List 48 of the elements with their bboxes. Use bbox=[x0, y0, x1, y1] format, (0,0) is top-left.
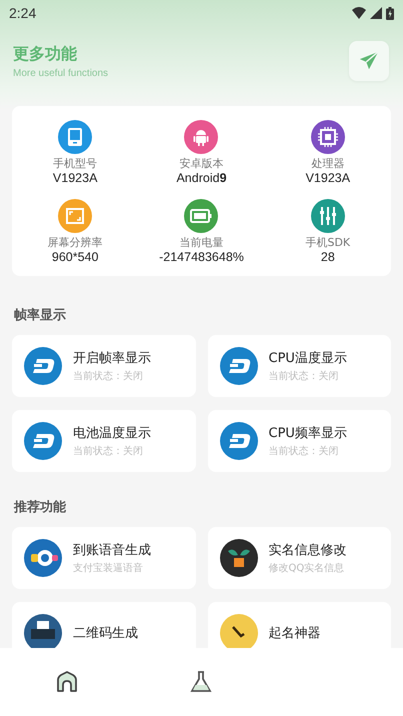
dash-icon bbox=[220, 347, 258, 385]
info-value: 960*540 bbox=[52, 250, 98, 264]
info-label: 手机型号 bbox=[53, 156, 98, 171]
feature-subtitle: 支付宝装逼语音 bbox=[73, 562, 144, 575]
signal-icon bbox=[370, 7, 382, 19]
section-title: 推荐功能 bbox=[14, 499, 67, 516]
paper-plane-icon bbox=[358, 50, 380, 72]
info-value: -2147483648% bbox=[159, 250, 244, 264]
info-value: V1923A bbox=[306, 171, 350, 185]
feature-title: 电池温度显示 bbox=[73, 425, 151, 442]
plant-icon bbox=[220, 539, 258, 577]
wifi-icon bbox=[352, 7, 366, 19]
feature-subtitle: 修改QQ实名信息 bbox=[268, 562, 346, 575]
feature-card[interactable]: CPU频率显示 当前状态：关闭 bbox=[208, 410, 391, 472]
info-label: 安卓版本 bbox=[179, 156, 224, 171]
feature-title: CPU频率显示 bbox=[268, 425, 347, 442]
feature-title: 实名信息修改 bbox=[268, 542, 346, 559]
page-subtitle: More useful functions bbox=[13, 68, 108, 78]
info-value: Android9 bbox=[176, 171, 227, 185]
info-label: 手机SDK bbox=[305, 235, 350, 250]
feature-title: CPU温度显示 bbox=[268, 350, 347, 367]
dash-icon bbox=[24, 347, 62, 385]
feature-card[interactable]: 电池温度显示 当前状态：关闭 bbox=[12, 410, 196, 472]
status-time: 2:24 bbox=[9, 5, 36, 21]
feature-card[interactable]: 起名神器 bbox=[208, 602, 391, 648]
feature-card[interactable]: 到账语音生成 支付宝装逼语音 bbox=[12, 527, 196, 589]
feature-subtitle: 当前状态：关闭 bbox=[73, 444, 144, 458]
feature-card[interactable]: 开启帧率显示 当前状态：关闭 bbox=[12, 335, 196, 397]
feature-title: 开启帧率显示 bbox=[73, 350, 151, 367]
info-label: 当前电量 bbox=[179, 235, 224, 250]
feature-card[interactable]: 二维码生成 bbox=[12, 602, 196, 648]
info-label: 屏幕分辨率 bbox=[48, 235, 103, 250]
feature-title: 到账语音生成 bbox=[73, 542, 151, 559]
page-title: 更多功能 bbox=[13, 44, 78, 64]
dash-icon bbox=[24, 422, 62, 460]
feature-title: 二维码生成 bbox=[73, 625, 138, 642]
feature-subtitle: 当前状态：关闭 bbox=[268, 444, 340, 458]
feature-title: 起名神器 bbox=[268, 625, 320, 642]
battery-icon bbox=[386, 6, 394, 20]
info-label: 处理器 bbox=[311, 156, 344, 171]
dash-icon bbox=[220, 422, 258, 460]
feature-subtitle: 当前状态：关闭 bbox=[268, 370, 340, 383]
info-value: 28 bbox=[320, 250, 335, 264]
info-value: V1923A bbox=[52, 171, 98, 185]
feature-card[interactable]: CPU温度显示 当前状态：关闭 bbox=[208, 335, 391, 397]
section-title: 帧率显示 bbox=[14, 306, 67, 324]
feature-subtitle: 当前状态：关闭 bbox=[73, 370, 144, 383]
feature-card[interactable]: 实名信息修改 修改QQ实名信息 bbox=[208, 527, 391, 589]
